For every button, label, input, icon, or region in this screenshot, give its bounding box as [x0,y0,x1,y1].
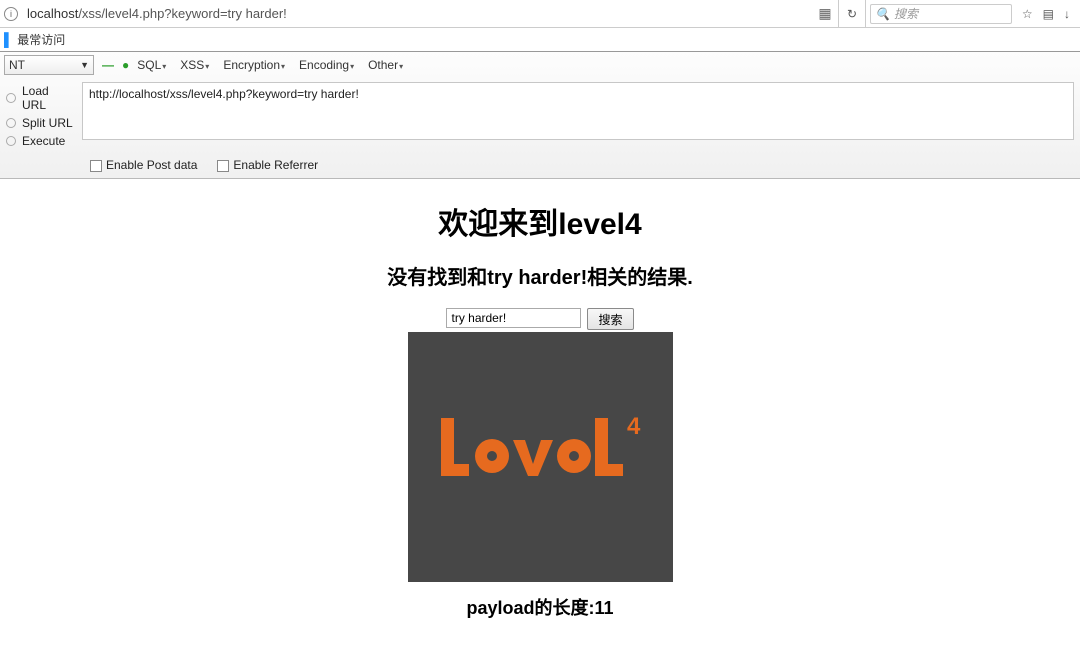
keyword-input[interactable] [446,308,581,328]
menu-encoding[interactable]: Encoding [299,58,354,72]
page-title: 欢迎来到level4 [0,199,1080,243]
execute-button[interactable]: Execute [0,132,82,150]
checkbox-icon [90,160,102,172]
url-display[interactable]: localhost/xss/level4.php?keyword=try har… [22,3,812,24]
status-dot-icon: ● [122,58,129,72]
url-path: /xss/level4.php?keyword=try harder! [78,6,286,21]
download-icon[interactable]: ↓ [1064,7,1070,21]
menu-other[interactable]: Other [368,58,403,72]
page-subtitle: 没有找到和try harder!相关的结果. [0,261,1080,290]
search-form: 搜索 [0,308,1080,330]
hackbar-top-row: NT ▼ — ● SQL XSS Encryption Encoding Oth… [0,52,1080,78]
enable-referrer-label: Enable Referrer [233,158,318,172]
chevron-down-icon: ▼ [80,60,89,70]
star-icon[interactable]: ☆ [1022,7,1033,21]
toolbar-right: ☆ ▤ ↓ [1016,7,1076,21]
bookmark-icon: ▌ [4,32,13,47]
browser-search-input[interactable]: 🔍 搜索 [870,4,1012,24]
menu-encryption[interactable]: Encryption [223,58,285,72]
hackbar-options: Enable Post data Enable Referrer [0,154,1080,178]
split-url-label: Split URL [22,116,73,130]
hackbar-dropdown[interactable]: NT ▼ [4,55,94,75]
hackbar-body: Load URL Split URL Execute http://localh… [0,78,1080,154]
menu-sql[interactable]: SQL [137,58,166,72]
info-icon[interactable]: i [4,7,18,21]
svg-text:4: 4 [627,413,641,440]
radio-icon [6,118,16,128]
hackbar-panel: NT ▼ — ● SQL XSS Encryption Encoding Oth… [0,52,1080,179]
clipboard-icon[interactable]: ▤ [1043,7,1054,21]
execute-label: Execute [22,134,65,148]
load-url-button[interactable]: Load URL [0,82,82,114]
bookmark-most-visited[interactable]: 最常访问 [17,31,65,48]
radio-icon [6,136,16,146]
search-icon: 🔍 [875,7,890,21]
search-placeholder: 搜索 [894,5,918,22]
search-button[interactable]: 搜索 [587,308,633,330]
split-url-button[interactable]: Split URL [0,114,82,132]
browser-url-bar: i localhost/xss/level4.php?keyword=try h… [0,0,1080,28]
hackbar-menus: SQL XSS Encryption Encoding Other [137,58,403,72]
refresh-icon[interactable]: ↻ [838,0,866,27]
enable-post-checkbox[interactable]: Enable Post data [90,158,197,172]
status-dash-icon: — [102,58,114,72]
level-image: 4 [408,332,673,582]
hackbar-actions: Load URL Split URL Execute [0,78,82,154]
checkbox-icon [217,160,229,172]
enable-referrer-checkbox[interactable]: Enable Referrer [217,158,318,172]
enable-post-label: Enable Post data [106,158,197,172]
page-content: 欢迎来到level4 没有找到和try harder!相关的结果. 搜索 4 p… [0,179,1080,620]
hackbar-url-textarea[interactable]: http://localhost/xss/level4.php?keyword=… [82,82,1074,140]
bookmark-bar: ▌ 最常访问 [0,28,1080,52]
load-url-label: Load URL [22,84,76,112]
qr-icon[interactable]: ▦ [816,5,834,22]
payload-length: payload的长度:11 [0,594,1080,620]
menu-xss[interactable]: XSS [180,58,209,72]
url-host: localhost [27,6,78,21]
hackbar-dropdown-value: NT [9,58,25,72]
radio-icon [6,93,16,103]
level4-logo: 4 [435,412,645,502]
